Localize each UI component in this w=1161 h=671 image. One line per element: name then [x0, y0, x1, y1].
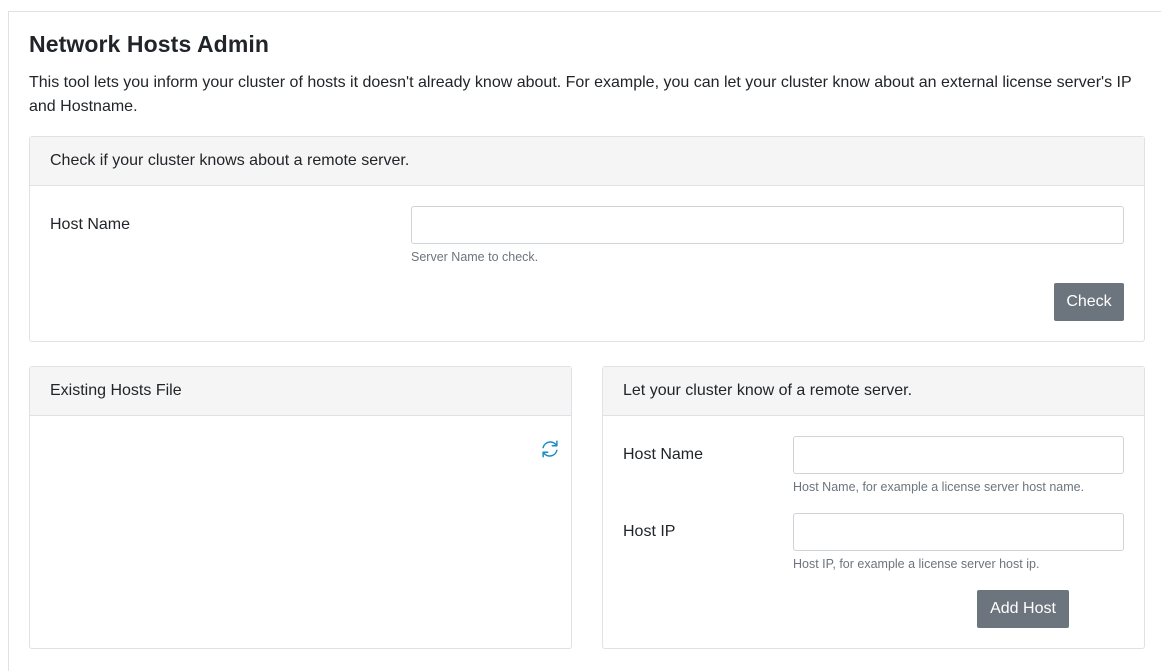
add-host-ip-help: Host IP, for example a license server ho… [793, 557, 1040, 571]
add-host-button[interactable]: Add Host [977, 590, 1069, 628]
existing-hosts-file-card: Existing Hosts File [29, 366, 572, 649]
existing-hosts-file-card-header: Existing Hosts File [30, 367, 571, 416]
page-title: Network Hosts Admin [29, 31, 270, 57]
add-host-ip-input[interactable] [793, 513, 1124, 551]
add-host-name-label: Host Name [623, 446, 704, 463]
check-host-name-help: Server Name to check. [411, 250, 539, 264]
add-host-name-help: Host Name, for example a license server … [793, 480, 1085, 494]
add-remote-server-card-header: Let your cluster know of a remote server… [603, 367, 1144, 416]
add-host-ip-label: Host IP [623, 523, 676, 540]
refresh-icon[interactable] [539, 438, 561, 460]
add-host-name-input[interactable] [793, 436, 1124, 474]
check-host-name-input[interactable] [411, 206, 1124, 244]
check-server-card-header: Check if your cluster knows about a remo… [30, 137, 1144, 186]
check-button[interactable]: Check [1054, 283, 1124, 321]
check-host-name-label: Host Name [50, 216, 131, 233]
check-server-card: Check if your cluster knows about a remo… [29, 136, 1145, 342]
intro-text: This tool lets you inform your cluster o… [29, 74, 1132, 115]
add-remote-server-card: Let your cluster know of a remote server… [602, 366, 1145, 649]
hosts-file-content [50, 467, 551, 638]
